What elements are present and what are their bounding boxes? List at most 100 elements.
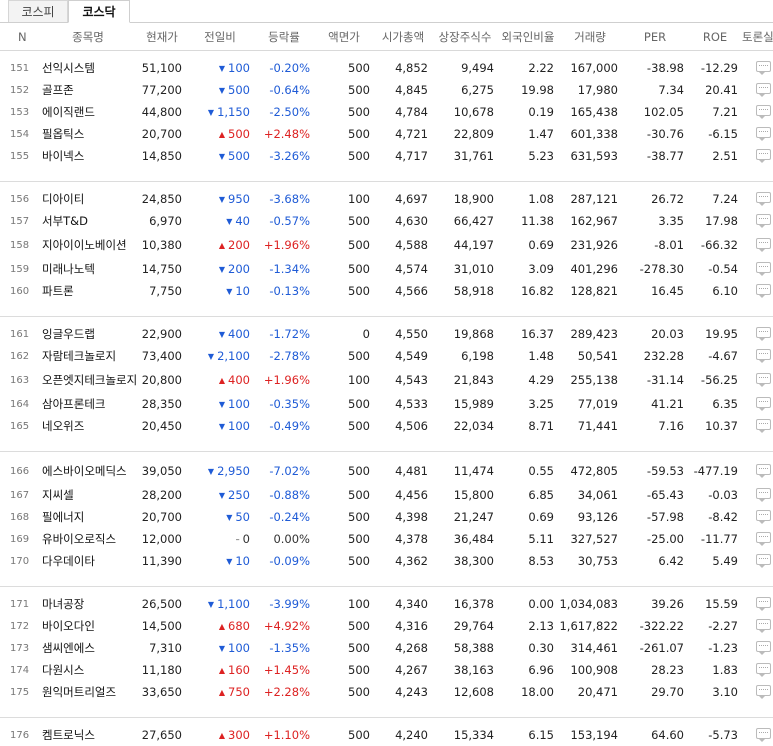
stock-name-link[interactable]: 자람테크놀로지 [38,345,138,367]
roe: -5.73 [708,728,738,742]
current-price: 24,850 [141,192,182,206]
down-arrow-icon: ▼ [218,265,226,274]
stock-name-link[interactable]: 네오위즈 [38,415,138,437]
chat-bubble-icon[interactable] [756,641,771,655]
chat-bubble-icon[interactable] [756,327,771,341]
per: 232.28 [643,349,684,363]
price-change: ▼ 500 [186,145,254,167]
stock-name-link[interactable]: 지씨셀 [38,484,138,506]
listed-shares: 19,868 [453,327,494,341]
chat-bubble-icon[interactable] [756,685,771,699]
table-row: 160 파트론 7,750 ▼ 10 -0.13% 500 4,566 58,918 16.82 1… [0,280,773,302]
stock-name-link[interactable]: 삼아프론테크 [38,393,138,415]
chat-bubble-icon[interactable] [756,61,771,75]
discussion-link[interactable] [742,393,773,415]
market-cap: 4,588 [395,238,428,252]
chat-bubble-icon[interactable] [756,284,771,298]
chat-bubble-icon[interactable] [756,510,771,524]
stock-name-link[interactable]: 유바이오로직스 [38,528,138,550]
discussion-link[interactable] [742,637,773,659]
stock-name-link[interactable]: 서부T&D [38,210,138,232]
chat-bubble-icon[interactable] [756,214,771,228]
chat-bubble-icon[interactable] [756,149,771,163]
stock-name-link[interactable]: 에스바이오메딕스 [38,458,138,484]
chat-bubble-icon[interactable] [756,597,771,611]
stock-name-link[interactable]: 켐트로닉스 [38,724,138,746]
discussion-link[interactable] [742,188,773,210]
stock-name-link[interactable]: 바이오다인 [38,615,138,637]
chat-bubble-icon[interactable] [756,349,771,363]
stock-name-link[interactable]: 마녀공장 [38,593,138,615]
stock-name-link[interactable]: 디아이티 [38,188,138,210]
volume: 255,138 [570,373,618,387]
chat-bubble-icon[interactable] [756,464,771,478]
chat-bubble-icon[interactable] [756,419,771,433]
discussion-link[interactable] [742,659,773,681]
discussion-link[interactable] [742,123,773,145]
discussion-link[interactable] [742,724,773,746]
tab-kosdaq[interactable]: 코스닥 [68,0,130,23]
chat-bubble-icon[interactable] [756,105,771,119]
stock-name-link[interactable]: 다원시스 [38,659,138,681]
stock-name-link[interactable]: 에이직랜드 [38,101,138,123]
discussion-link[interactable] [742,101,773,123]
volume: 34,061 [577,488,618,502]
stock-name-link[interactable]: 파트론 [38,280,138,302]
face-value: 500 [348,61,370,75]
discussion-link[interactable] [742,415,773,437]
discussion-link[interactable] [742,345,773,367]
chat-bubble-icon[interactable] [756,488,771,502]
chat-bubble-icon[interactable] [756,554,771,568]
price-change: ▼ 100 [186,415,254,437]
discussion-link[interactable] [742,550,773,572]
stock-name-link[interactable]: 원익머트리얼즈 [38,681,138,703]
stock-name-link[interactable]: 바이넥스 [38,145,138,167]
stock-name-link[interactable]: 잉글우드랩 [38,323,138,345]
discussion-link[interactable] [742,57,773,79]
chat-bubble-icon[interactable] [756,238,771,252]
price-change: ▼ 10 [186,280,254,302]
chat-bubble-icon[interactable] [756,83,771,97]
stock-name-link[interactable]: 지아이이노베이션 [38,232,138,258]
stock-name-link[interactable]: 샘씨엔에스 [38,637,138,659]
roe: -66.32 [700,238,738,252]
stock-name-link[interactable]: 다우데이타 [38,550,138,572]
discussion-link[interactable] [742,367,773,393]
discussion-link[interactable] [742,79,773,101]
chat-bubble-icon[interactable] [756,262,771,276]
change-rate: +4.92% [263,619,310,633]
discussion-link[interactable] [742,458,773,484]
discussion-link[interactable] [742,258,773,280]
chat-bubble-icon[interactable] [756,127,771,141]
stock-name-link[interactable]: 필에너지 [38,506,138,528]
discussion-link[interactable] [742,506,773,528]
stock-name-link[interactable]: 미래나노텍 [38,258,138,280]
stock-name-link[interactable]: 오픈엣지테크놀로지 [38,367,138,393]
discussion-link[interactable] [742,280,773,302]
chat-bubble-icon[interactable] [756,663,771,677]
chat-bubble-icon[interactable] [756,373,771,387]
chat-bubble-icon[interactable] [756,397,771,411]
stock-name-link[interactable]: 필옵틱스 [38,123,138,145]
tab-kospi[interactable]: 코스피 [8,0,68,22]
stock-name-link[interactable]: 선익시스템 [38,57,138,79]
discussion-link[interactable] [742,145,773,167]
down-arrow-icon: ▼ [218,330,226,339]
down-arrow-icon: ▼ [207,108,215,117]
chat-bubble-icon[interactable] [756,192,771,206]
chat-bubble-icon[interactable] [756,532,771,546]
price-change-value: 0 [242,532,250,546]
discussion-link[interactable] [742,615,773,637]
discussion-link[interactable] [742,232,773,258]
stock-name-link[interactable]: 골프존 [38,79,138,101]
discussion-link[interactable] [742,484,773,506]
discussion-link[interactable] [742,528,773,550]
price-change: ▼ 500 [186,79,254,101]
discussion-link[interactable] [742,593,773,615]
discussion-link[interactable] [742,681,773,703]
chat-bubble-icon[interactable] [756,619,771,633]
discussion-link[interactable] [742,323,773,345]
down-arrow-icon: ▼ [207,467,215,476]
volume: 231,926 [570,238,618,252]
discussion-link[interactable] [742,210,773,232]
